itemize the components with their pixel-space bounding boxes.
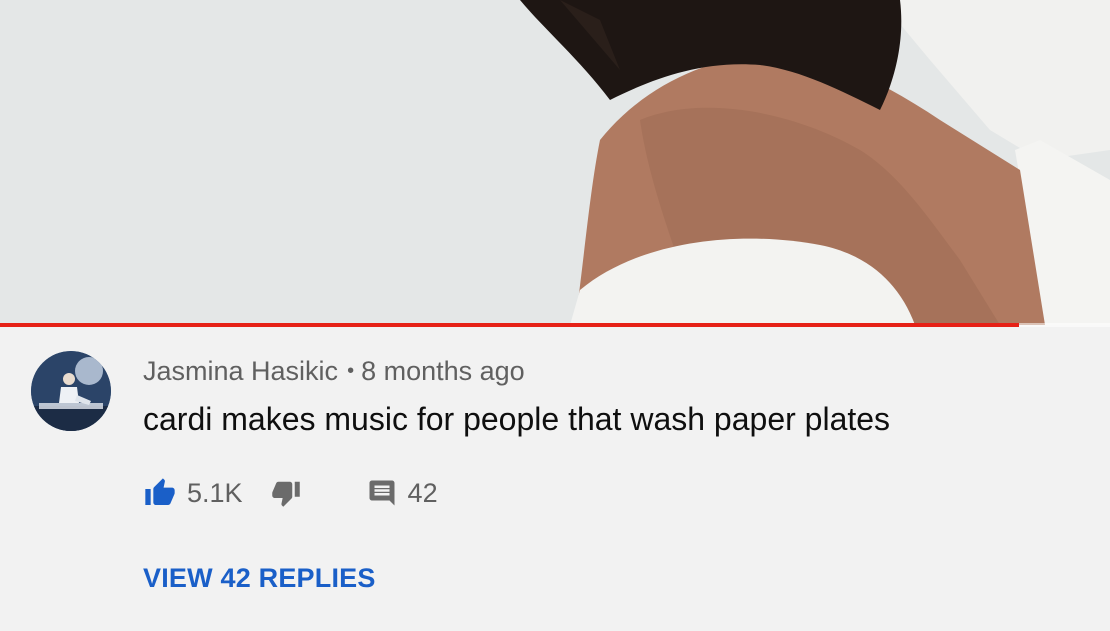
reply-count: 42 [407,477,438,508]
reply-button[interactable] [365,476,399,510]
comment-time: 8 months ago [361,356,525,386]
view-replies-link[interactable]: VIEW 42 REPLIES [143,563,376,594]
comment-text: cardi makes music for people that wash p… [143,401,891,437]
comment-author[interactable]: Jasmina Hasikic [143,356,338,386]
like-count: 5.1K [187,477,243,508]
avatar[interactable] [31,351,111,431]
dislike-button[interactable] [269,476,303,510]
comment-card: Jasmina Hasikic • 8 months ago cardi makes… [0,327,1110,631]
screen: Jasmina Hasikic • 8 months ago cardi makes… [0,0,1110,631]
video-still [0,0,1110,325]
avatar-image [31,351,111,431]
comment-actions: 5.1K 42 [143,475,438,511]
comment-icon [369,480,395,506]
like-button[interactable] [143,476,177,510]
thumbs-down-icon [271,481,300,507]
thumbs-up-icon [145,478,175,505]
meta-separator: • [347,360,355,382]
video-frame[interactable] [0,0,1110,325]
comment-meta: Jasmina Hasikic • 8 months ago [143,356,525,387]
